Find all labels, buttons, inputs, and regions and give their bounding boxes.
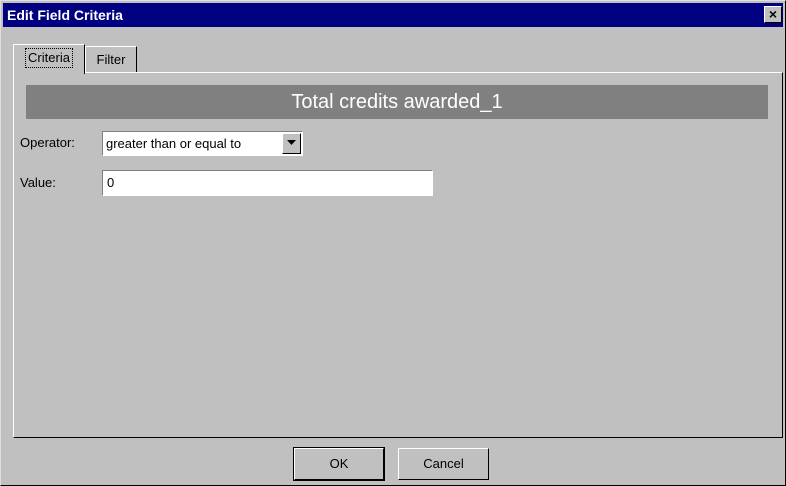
ok-button[interactable]: OK <box>293 447 385 481</box>
operator-selected-value: greater than or equal to <box>106 136 242 151</box>
close-icon: × <box>768 6 778 22</box>
close-button[interactable]: × <box>764 6 782 23</box>
tab-filter-label: Filter <box>96 52 126 67</box>
window-title: Edit Field Criteria <box>7 7 123 23</box>
title-bar: Edit Field Criteria × <box>3 3 783 27</box>
operator-select[interactable]: greater than or equal to <box>102 131 303 156</box>
operator-label: Operator: <box>20 135 75 150</box>
tab-criteria-label: Criteria <box>25 48 73 68</box>
operator-dropdown-button[interactable] <box>282 133 301 154</box>
field-name-heading: Total credits awarded_1 <box>26 85 768 119</box>
value-input[interactable]: 0 <box>102 170 433 196</box>
edit-field-criteria-dialog: Edit Field Criteria × Criteria Filter To… <box>0 0 786 486</box>
chevron-down-icon <box>287 140 296 145</box>
value-label: Value: <box>20 175 56 190</box>
criteria-panel: Total credits awarded_1 Operator: greate… <box>13 72 783 438</box>
tab-filter[interactable]: Filter <box>85 46 137 72</box>
cancel-button[interactable]: Cancel <box>398 448 489 480</box>
tab-criteria[interactable]: Criteria <box>13 44 85 74</box>
